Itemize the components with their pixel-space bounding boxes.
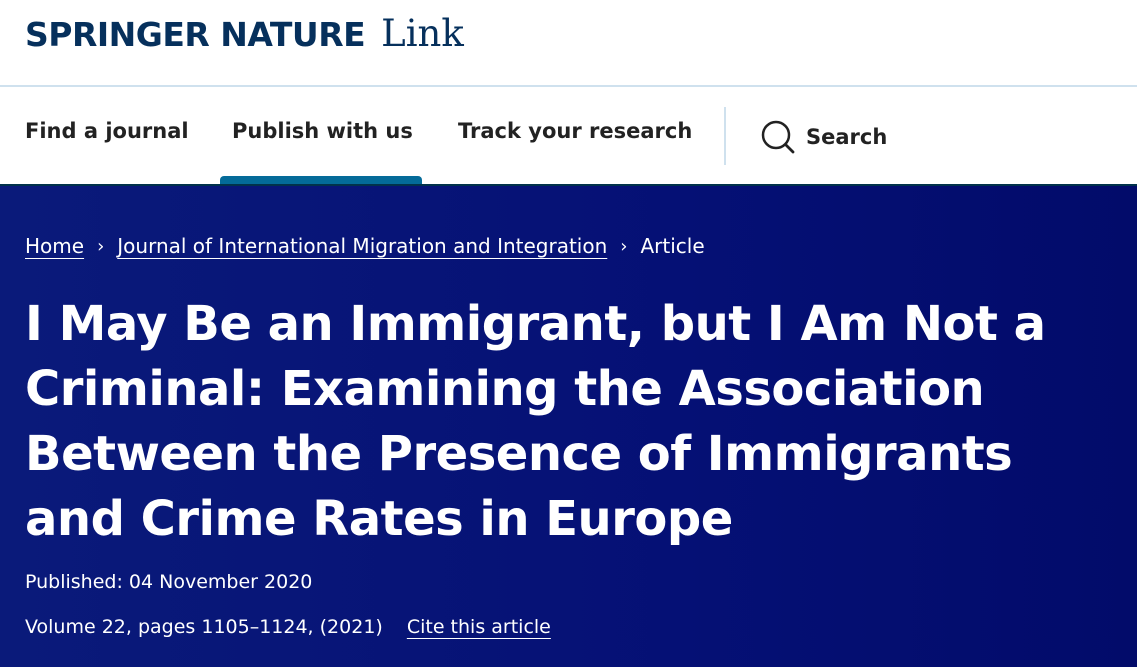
nav-divider [724, 107, 726, 165]
search-label: Search [806, 125, 888, 149]
published-date: Published: 04 November 2020 [25, 571, 313, 593]
nav-active-indicator [220, 176, 422, 184]
search-button[interactable]: Search [760, 119, 887, 155]
breadcrumb-journal-link[interactable]: Journal of International Migration and I… [117, 234, 607, 258]
breadcrumb-current: Article [640, 234, 705, 258]
nav-find-a-journal[interactable]: Find a journal [25, 119, 189, 155]
breadcrumb-home-link[interactable]: Home [25, 234, 84, 258]
springer-nature-link-logo[interactable]: SPRINGER NATURE Link [25, 12, 464, 56]
logo-brand-text: SPRINGER NATURE [25, 15, 366, 54]
search-icon [761, 120, 795, 154]
nav-track-your-research[interactable]: Track your research [458, 119, 692, 155]
volume-pages: Volume 22, pages 1105–1124, (2021) [25, 616, 383, 638]
site-header: SPRINGER NATURE Link [0, 0, 1137, 87]
chevron-right-icon: › [620, 235, 628, 257]
cite-this-article-link[interactable]: Cite this article [407, 616, 551, 638]
main-navigation: Find a journal Publish with us Track you… [0, 89, 1137, 184]
article-hero: Home › Journal of International Migratio… [0, 184, 1137, 667]
article-title: I May Be an Immigrant, but I Am Not a Cr… [25, 296, 1046, 547]
breadcrumb: Home › Journal of International Migratio… [25, 230, 705, 262]
logo-product-text: Link [381, 12, 464, 55]
nav-publish-with-us[interactable]: Publish with us [232, 119, 413, 155]
volume-info-row: Volume 22, pages 1105–1124, (2021) Cite … [25, 616, 551, 638]
chevron-right-icon: › [97, 235, 105, 257]
